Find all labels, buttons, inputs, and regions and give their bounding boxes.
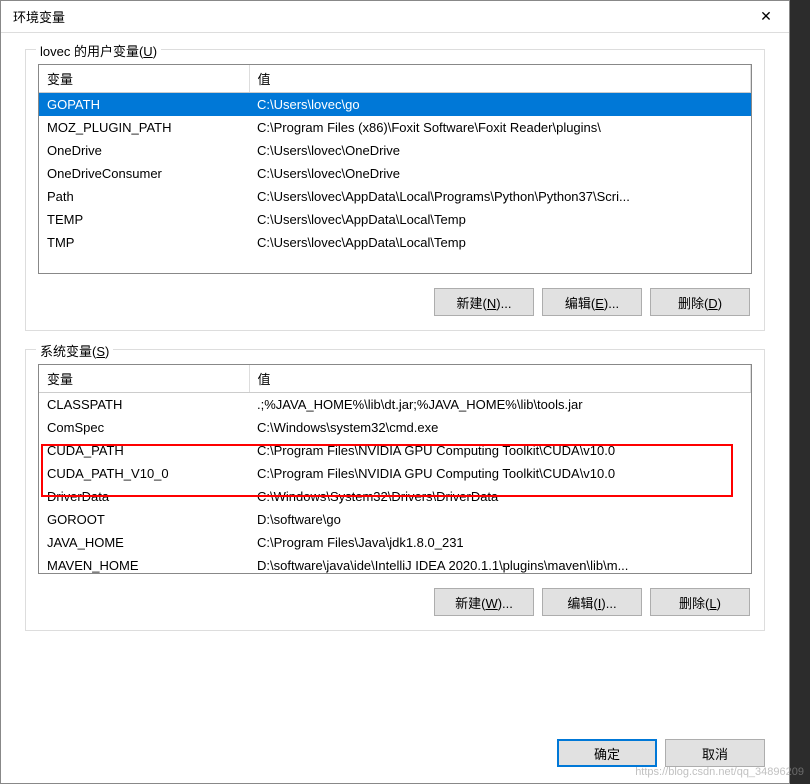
- val-cell: C:\Users\lovec\AppData\Local\Programs\Py…: [249, 185, 751, 208]
- val-cell: C:\Users\lovec\AppData\Local\Temp: [249, 231, 751, 254]
- environment-variables-dialog: 环境变量 ✕ lovec 的用户变量(U) 变量 值 GOPATHC:\User…: [0, 0, 790, 784]
- table-row[interactable]: CLASSPATH.;%JAVA_HOME%\lib\dt.jar;%JAVA_…: [39, 393, 751, 417]
- table-row[interactable]: CUDA_PATHC:\Program Files\NVIDIA GPU Com…: [39, 439, 751, 462]
- close-button[interactable]: ✕: [743, 2, 789, 32]
- system-delete-button[interactable]: 删除(L): [650, 588, 750, 616]
- val-cell: C:\Users\lovec\AppData\Local\Temp: [249, 208, 751, 231]
- user-col-var[interactable]: 变量: [39, 65, 249, 93]
- val-cell: C:\Program Files\Java\jdk1.8.0_231: [249, 531, 751, 554]
- table-row[interactable]: JAVA_HOMEC:\Program Files\Java\jdk1.8.0_…: [39, 531, 751, 554]
- user-variables-fieldset: lovec 的用户变量(U) 变量 值 GOPATHC:\Users\lovec…: [25, 49, 765, 331]
- var-cell: CUDA_PATH_V10_0: [39, 462, 249, 485]
- close-icon: ✕: [760, 8, 772, 25]
- user-delete-button[interactable]: 删除(D): [650, 288, 750, 316]
- system-variables-table-container[interactable]: 变量 值 CLASSPATH.;%JAVA_HOME%\lib\dt.jar;%…: [38, 364, 752, 574]
- val-cell: D:\software\java\ide\IntelliJ IDEA 2020.…: [249, 554, 751, 574]
- background-window-peek: [790, 0, 810, 784]
- var-cell: OneDriveConsumer: [39, 162, 249, 185]
- var-cell: ComSpec: [39, 416, 249, 439]
- ok-button[interactable]: 确定: [557, 739, 657, 767]
- watermark: https://blog.csdn.net/qq_34896209: [635, 766, 804, 778]
- val-cell: C:\Program Files (x86)\Foxit Software\Fo…: [249, 116, 751, 139]
- val-cell: C:\Users\lovec\OneDrive: [249, 162, 751, 185]
- val-cell: .;%JAVA_HOME%\lib\dt.jar;%JAVA_HOME%\lib…: [249, 393, 751, 417]
- var-cell: JAVA_HOME: [39, 531, 249, 554]
- var-cell: CUDA_PATH: [39, 439, 249, 462]
- table-row[interactable]: OneDriveC:\Users\lovec\OneDrive: [39, 139, 751, 162]
- var-cell: GOPATH: [39, 93, 249, 117]
- val-cell: C:\Windows\system32\cmd.exe: [249, 416, 751, 439]
- user-col-val[interactable]: 值: [249, 65, 751, 93]
- val-cell: C:\Users\lovec\OneDrive: [249, 139, 751, 162]
- user-new-button[interactable]: 新建(N)...: [434, 288, 534, 316]
- system-variables-table: 变量 值 CLASSPATH.;%JAVA_HOME%\lib\dt.jar;%…: [39, 365, 751, 574]
- user-variables-table: 变量 值 GOPATHC:\Users\lovec\goMOZ_PLUGIN_P…: [39, 65, 751, 254]
- var-cell: MAVEN_HOME: [39, 554, 249, 574]
- system-variables-fieldset: 系统变量(S) 变量 值 CLASSPATH.;%JAVA_HOME%\lib\…: [25, 349, 765, 631]
- var-cell: MOZ_PLUGIN_PATH: [39, 116, 249, 139]
- val-cell: C:\Program Files\NVIDIA GPU Computing To…: [249, 439, 751, 462]
- val-cell: C:\Users\lovec\go: [249, 93, 751, 117]
- var-cell: Path: [39, 185, 249, 208]
- var-cell: TEMP: [39, 208, 249, 231]
- var-cell: OneDrive: [39, 139, 249, 162]
- table-row[interactable]: TMPC:\Users\lovec\AppData\Local\Temp: [39, 231, 751, 254]
- dialog-title: 环境变量: [13, 7, 65, 26]
- user-buttons-row: 新建(N)... 编辑(E)... 删除(D): [38, 288, 752, 316]
- table-row[interactable]: DriverDataC:\Windows\System32\Drivers\Dr…: [39, 485, 751, 508]
- val-cell: C:\Windows\System32\Drivers\DriverData: [249, 485, 751, 508]
- user-edit-button[interactable]: 编辑(E)...: [542, 288, 642, 316]
- table-row[interactable]: GOROOTD:\software\go: [39, 508, 751, 531]
- val-cell: D:\software\go: [249, 508, 751, 531]
- table-row[interactable]: PathC:\Users\lovec\AppData\Local\Program…: [39, 185, 751, 208]
- var-cell: CLASSPATH: [39, 393, 249, 417]
- table-row[interactable]: CUDA_PATH_V10_0C:\Program Files\NVIDIA G…: [39, 462, 751, 485]
- user-variables-table-container[interactable]: 变量 值 GOPATHC:\Users\lovec\goMOZ_PLUGIN_P…: [38, 64, 752, 274]
- table-row[interactable]: TEMPC:\Users\lovec\AppData\Local\Temp: [39, 208, 751, 231]
- system-buttons-row: 新建(W)... 编辑(I)... 删除(L): [38, 588, 752, 616]
- titlebar: 环境变量 ✕: [1, 1, 789, 33]
- table-row[interactable]: OneDriveConsumerC:\Users\lovec\OneDrive: [39, 162, 751, 185]
- table-row[interactable]: MOZ_PLUGIN_PATHC:\Program Files (x86)\Fo…: [39, 116, 751, 139]
- var-cell: TMP: [39, 231, 249, 254]
- table-row[interactable]: GOPATHC:\Users\lovec\go: [39, 93, 751, 117]
- var-cell: DriverData: [39, 485, 249, 508]
- cancel-button[interactable]: 取消: [665, 739, 765, 767]
- system-variables-legend: 系统变量(S): [36, 341, 113, 360]
- val-cell: C:\Program Files\NVIDIA GPU Computing To…: [249, 462, 751, 485]
- sys-col-var[interactable]: 变量: [39, 365, 249, 393]
- sys-col-val[interactable]: 值: [249, 365, 751, 393]
- system-new-button[interactable]: 新建(W)...: [434, 588, 534, 616]
- user-variables-legend: lovec 的用户变量(U): [36, 41, 161, 60]
- table-row[interactable]: ComSpecC:\Windows\system32\cmd.exe: [39, 416, 751, 439]
- table-row[interactable]: MAVEN_HOMED:\software\java\ide\IntelliJ …: [39, 554, 751, 574]
- var-cell: GOROOT: [39, 508, 249, 531]
- dialog-content: lovec 的用户变量(U) 变量 值 GOPATHC:\Users\lovec…: [1, 33, 789, 727]
- system-edit-button[interactable]: 编辑(I)...: [542, 588, 642, 616]
